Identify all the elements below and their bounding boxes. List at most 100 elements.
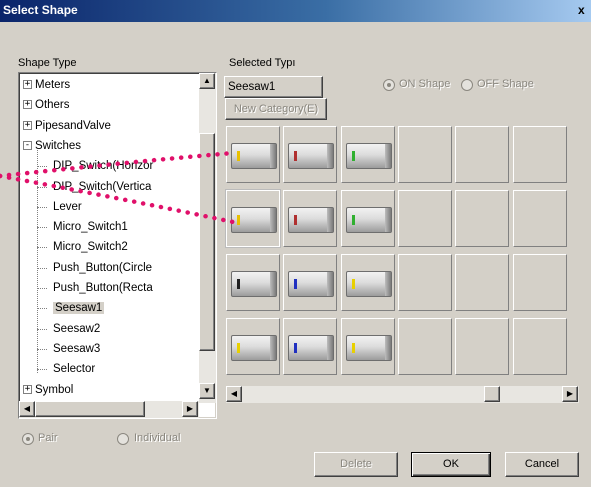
tree-item[interactable]: Seesaw2 — [53, 319, 100, 339]
tree-item[interactable]: PipesandValve — [35, 116, 111, 136]
seesaw-switch-icon — [345, 207, 392, 233]
empty-shape-cell[interactable] — [397, 126, 452, 183]
tree-item-label: Micro_Switch1 — [53, 221, 128, 234]
grid-scroll-right-arrow-icon[interactable]: ▶ — [562, 386, 578, 402]
tree-connector-line — [37, 267, 47, 269]
tree-item-label: Meters — [35, 79, 71, 91]
expand-plus-icon[interactable]: + — [23, 120, 32, 130]
seesaw-switch-icon — [288, 271, 335, 297]
tree-item[interactable]: DIP_Switch(Horizor — [53, 156, 153, 176]
shape-cell[interactable] — [283, 190, 338, 247]
shape-cell[interactable] — [226, 318, 280, 375]
tree-item-label: Seesaw1 — [53, 302, 105, 315]
tree-item-label: DIP_Switch(Vertica — [53, 180, 152, 193]
window-title: Select Shape — [3, 3, 78, 17]
scroll-up-arrow-icon[interactable]: ▲ — [199, 73, 215, 89]
empty-shape-cell[interactable] — [455, 254, 510, 311]
empty-shape-cell[interactable] — [512, 254, 567, 311]
tree-item[interactable]: Micro_Switch1 — [53, 217, 128, 237]
shape-cell[interactable] — [283, 126, 338, 183]
tree-hscroll-thumb[interactable] — [35, 401, 145, 417]
tree-item-label: Push_Button(Circle — [53, 261, 153, 274]
empty-shape-cell[interactable] — [455, 190, 510, 247]
tree-item[interactable]: Push_Button(Circle — [53, 258, 152, 278]
expand-plus-icon[interactable]: + — [23, 100, 32, 110]
scroll-right-arrow-icon[interactable]: ▶ — [182, 401, 198, 417]
empty-shape-cell[interactable] — [397, 318, 452, 375]
empty-shape-cell[interactable] — [397, 190, 452, 247]
shape-cell[interactable] — [340, 126, 395, 183]
switch-indicator — [351, 279, 355, 289]
shape-grid — [224, 124, 582, 408]
tree-horizontal-scrollbar[interactable]: ◀ ▶ — [19, 401, 199, 418]
tree-item[interactable]: Switches — [35, 136, 81, 156]
tree-item[interactable]: Symbol — [35, 380, 73, 400]
tree-connector-line — [37, 328, 47, 330]
tree-item-label: Seesaw3 — [53, 342, 101, 355]
ok-button[interactable]: OK — [411, 452, 491, 477]
off-shape-radio[interactable] — [461, 79, 473, 91]
scroll-left-arrow-icon[interactable]: ◀ — [19, 401, 35, 417]
grid-scroll-thumb[interactable] — [484, 386, 500, 402]
tree-item[interactable]: Push_Button(Recta — [53, 278, 153, 298]
collapse-minus-icon[interactable]: - — [23, 140, 32, 150]
grid-scroll-left-arrow-icon[interactable]: ◀ — [226, 386, 242, 402]
shape-cell[interactable] — [340, 318, 395, 375]
cancel-button[interactable]: Cancel — [505, 452, 579, 477]
empty-shape-cell[interactable] — [397, 254, 452, 311]
seesaw-switch-icon — [345, 335, 392, 361]
seesaw-switch-icon — [345, 271, 392, 297]
pair-radio[interactable] — [22, 433, 34, 445]
tree-connector-line — [37, 227, 47, 229]
empty-shape-cell[interactable] — [512, 126, 567, 183]
grid-horizontal-scrollbar[interactable]: ◀ ▶ — [226, 386, 579, 403]
tree-item-label: Push_Button(Recta — [53, 282, 153, 294]
switch-indicator — [294, 343, 298, 353]
delete-button[interactable]: Delete — [314, 452, 398, 477]
shape-cell[interactable] — [226, 126, 280, 183]
shape-cell[interactable] — [283, 254, 338, 311]
tree-item[interactable]: Lever — [53, 197, 82, 217]
select-shape-dialog: Select Shape x Shape Type Meters + Others +… — [0, 0, 591, 487]
scroll-down-arrow-icon[interactable]: ▼ — [199, 383, 215, 399]
expand-plus-icon[interactable]: + — [23, 80, 32, 89]
empty-shape-cell[interactable] — [512, 318, 567, 375]
tree-item[interactable]: Micro_Switch2 — [53, 237, 128, 257]
empty-shape-cell[interactable] — [512, 190, 567, 247]
individual-radio[interactable] — [117, 433, 129, 445]
tree-item-label: Selector — [53, 363, 96, 376]
new-category-button[interactable]: New Category(E) — [225, 98, 327, 120]
tree-vertical-scrollbar[interactable]: ▲ ▼ — [199, 73, 216, 403]
off-shape-label: OFF Shape — [477, 78, 534, 90]
shape-cell[interactable] — [340, 254, 395, 311]
tree-item-label: PipesandValve — [35, 119, 111, 132]
seesaw-switch-icon — [231, 143, 277, 169]
tree-item[interactable]: Selector — [53, 359, 95, 379]
selected-type-label: Selected Typı — [229, 57, 296, 69]
shape-type-tree[interactable]: Meters + Others + PipesandValve + Switches - DIP… — [18, 72, 217, 419]
close-button[interactable]: x — [578, 2, 591, 18]
on-shape-radio[interactable] — [383, 79, 395, 91]
empty-shape-cell[interactable] — [455, 318, 510, 375]
tree-item[interactable]: Seesaw1 — [53, 298, 105, 318]
shape-cell[interactable] — [226, 254, 280, 311]
tree-item[interactable]: Seesaw3 — [53, 339, 100, 359]
tree-item-label: DIP_Switch(Horizor — [53, 160, 154, 173]
switch-indicator — [351, 343, 355, 353]
empty-shape-cell[interactable] — [455, 126, 510, 183]
shape-cell[interactable] — [283, 318, 338, 375]
tree-connector-line — [37, 288, 47, 289]
tree-connector-line — [37, 247, 47, 249]
tree-item[interactable]: Meters — [35, 75, 70, 95]
switch-indicator — [237, 279, 240, 289]
tree-item[interactable]: DIP_Switch(Vertica — [53, 177, 151, 197]
switch-indicator — [237, 151, 240, 161]
switch-indicator — [351, 151, 355, 161]
expand-plus-icon[interactable]: + — [23, 384, 32, 394]
tree-item[interactable]: Others — [35, 95, 70, 115]
shape-cell[interactable] — [340, 190, 395, 247]
tree-connector-line — [37, 206, 47, 208]
shape-cell[interactable] — [226, 190, 280, 247]
tree-scroll-thumb[interactable] — [199, 133, 215, 351]
tree-item-label: Others — [35, 99, 70, 112]
